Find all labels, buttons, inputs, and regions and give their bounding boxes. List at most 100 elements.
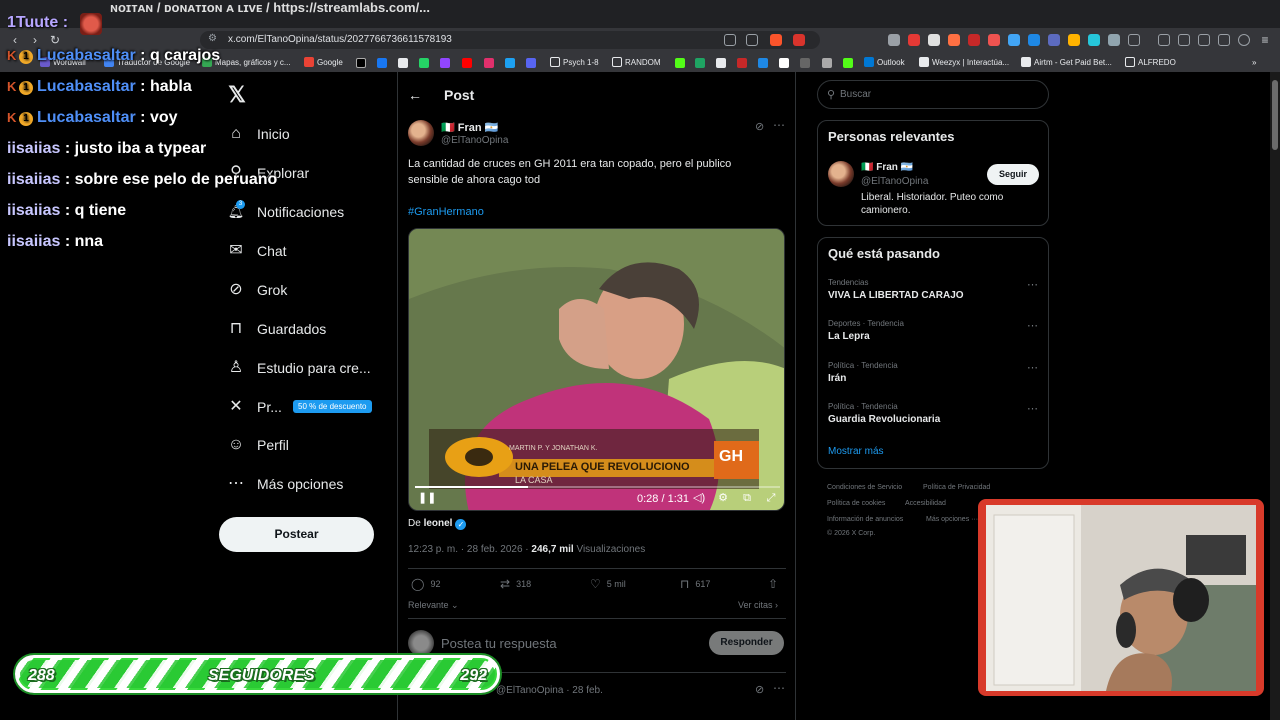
extension-icon[interactable] <box>1128 34 1140 46</box>
footer-link[interactable]: Política de cookies <box>827 500 885 507</box>
trend-item[interactable]: Tendencias VIVA LA LIBERTAD CARAJO ⋯ <box>828 278 1038 301</box>
more-bookmarks-icon[interactable]: » <box>1252 56 1256 70</box>
facebook-icon[interactable] <box>377 58 387 68</box>
nav-premium[interactable]: ✕ Pr... <box>226 393 282 421</box>
bookmark-item[interactable]: Outlook <box>864 56 905 70</box>
screen-icon[interactable] <box>724 34 736 46</box>
extension-icon[interactable] <box>1008 34 1020 46</box>
x-bookmark-icon[interactable] <box>398 58 408 68</box>
kick-icon[interactable] <box>843 58 853 68</box>
author-avatar[interactable] <box>408 120 434 146</box>
site-settings-icon[interactable]: ⚙ <box>208 33 217 44</box>
bookmark-icon[interactable] <box>716 58 726 68</box>
footer-link[interactable]: Información de anuncios <box>827 516 903 523</box>
footer-link[interactable]: Accesibilidad <box>905 500 946 507</box>
bookmark-item[interactable]: Airtm - Get Paid Bet... <box>1021 56 1112 70</box>
nav-guardados[interactable]: ⊓ Guardados <box>226 315 327 343</box>
bookmark-icon[interactable] <box>822 58 832 68</box>
video-player[interactable]: MARTIN P. Y JONATHAN K. UNA PELEA QUE RE… <box>408 228 785 511</box>
extension-icon[interactable] <box>1068 34 1080 46</box>
bookmark-icon[interactable] <box>758 58 768 68</box>
more-icon[interactable]: ⋯ <box>1027 319 1038 332</box>
nav-inicio[interactable]: ⌂ Inicio <box>226 120 290 148</box>
bookmark-item[interactable]: Google <box>304 56 343 70</box>
relevant-avatar[interactable] <box>828 161 854 187</box>
follow-button[interactable]: Seguir <box>987 164 1039 185</box>
grok-explain-icon[interactable]: ⊘ <box>755 683 764 696</box>
bookmark-item[interactable]: Weezyx | Interactúa... <box>919 56 1009 70</box>
nav-grok[interactable]: ⊘ Grok <box>226 276 287 304</box>
repost-action[interactable]: ⇄ 318 <box>500 577 531 591</box>
see-quotes-link[interactable]: Ver citas › <box>738 600 778 610</box>
relevant-handle[interactable]: @ElTanoOpina <box>861 176 928 187</box>
relevant-name[interactable]: 🇮🇹 Fran 🇦🇷 <box>861 162 913 173</box>
scroll-thumb[interactable] <box>1272 80 1278 150</box>
brave-rewards-icon[interactable] <box>793 34 805 46</box>
trend-item[interactable]: Política · Tendencia Irán ⋯ <box>828 361 1038 384</box>
hashtag-link[interactable]: #GranHermano <box>408 206 484 218</box>
extension-icon[interactable] <box>968 34 980 46</box>
more-icon[interactable]: ⋯ <box>1027 278 1038 291</box>
sidebar-icon[interactable] <box>1178 34 1190 46</box>
footer-link[interactable]: Condiciones de Servicio <box>827 484 902 491</box>
fullscreen-icon[interactable]: ⤢ <box>765 492 777 504</box>
sort-dropdown[interactable]: Relevante ⌄ <box>408 600 459 611</box>
share-action[interactable]: ⇧ <box>768 577 784 591</box>
menu-icon[interactable]: ≡ <box>1258 33 1272 47</box>
brave-shield-icon[interactable] <box>770 34 782 46</box>
reply-input[interactable]: Postea tu respuesta <box>441 636 557 651</box>
post-more-icon[interactable]: ⋯ <box>773 118 785 132</box>
extension-icon[interactable] <box>1028 34 1040 46</box>
trend-item[interactable]: Política · Tendencia Guardia Revolucionar… <box>828 402 1038 425</box>
author-name[interactable]: 🇮🇹 Fran 🇦🇷 <box>441 121 498 134</box>
nav-perfil[interactable]: ☺ Perfil <box>226 431 289 459</box>
bookmark-icon[interactable] <box>779 58 789 68</box>
kick-icon[interactable] <box>675 58 685 68</box>
share-icon[interactable] <box>746 34 758 46</box>
bookmark-folder[interactable]: RANDOM <box>612 56 661 70</box>
back-arrow-icon[interactable]: ← <box>408 87 426 103</box>
pause-icon[interactable]: ❚❚ <box>418 492 436 504</box>
scrollbar[interactable] <box>1270 72 1280 720</box>
wallet-icon[interactable] <box>1198 34 1210 46</box>
extension-icon[interactable] <box>948 34 960 46</box>
bookmark-action[interactable]: ⊓ 617 <box>680 577 710 591</box>
reload-icon[interactable]: ↻ <box>48 33 62 47</box>
nav-mas-opciones[interactable]: ⋯ Más opciones <box>226 470 343 498</box>
bookmark-folder[interactable]: Psych 1-8 <box>550 56 599 70</box>
discord-icon[interactable] <box>526 58 536 68</box>
volume-icon[interactable]: ◁) <box>693 492 705 504</box>
post-more-icon[interactable]: ⋯ <box>773 681 785 695</box>
extension-icon[interactable] <box>928 34 940 46</box>
extension-icon[interactable] <box>908 34 920 46</box>
miniplayer-icon[interactable]: ⧉ <box>741 492 753 504</box>
nav-estudio[interactable]: ♙ Estudio para cre... <box>226 354 371 382</box>
leo-icon[interactable] <box>1218 34 1230 46</box>
tiktok-icon[interactable] <box>356 58 366 68</box>
forward-nav-icon[interactable]: › <box>28 33 42 47</box>
bookmark-icon[interactable] <box>505 58 515 68</box>
x-logo-icon[interactable]: 𝕏 <box>224 82 250 108</box>
bookmark-icon[interactable] <box>737 58 747 68</box>
more-icon[interactable]: ⋯ <box>1027 361 1038 374</box>
back-nav-icon[interactable]: ‹ <box>8 33 22 47</box>
extension-icon[interactable] <box>1088 34 1100 46</box>
extension-icon[interactable] <box>1048 34 1060 46</box>
bookmark-folder[interactable]: ALFREDO <box>1125 56 1176 70</box>
whatsapp-icon[interactable] <box>419 58 429 68</box>
bookmark-icon[interactable] <box>695 58 705 68</box>
more-icon[interactable]: ⋯ <box>1027 402 1038 415</box>
reply-action[interactable]: ◯ 92 <box>411 577 440 591</box>
music-icon[interactable] <box>1158 34 1170 46</box>
search-box[interactable]: ⚲ Buscar <box>817 80 1049 109</box>
author-handle[interactable]: @ElTanoOpina <box>441 135 508 146</box>
grok-explain-icon[interactable]: ⊘ <box>755 120 764 133</box>
instagram-icon[interactable] <box>484 58 494 68</box>
reply-button[interactable]: Responder <box>709 631 784 655</box>
extension-icon[interactable] <box>1108 34 1120 46</box>
attribution-user[interactable]: leonel <box>424 518 453 529</box>
nav-chat[interactable]: ✉ Chat <box>226 237 286 265</box>
footer-link[interactable]: Más opciones ··· <box>926 516 978 523</box>
twitch-icon[interactable] <box>440 58 450 68</box>
extension-icon[interactable] <box>988 34 1000 46</box>
